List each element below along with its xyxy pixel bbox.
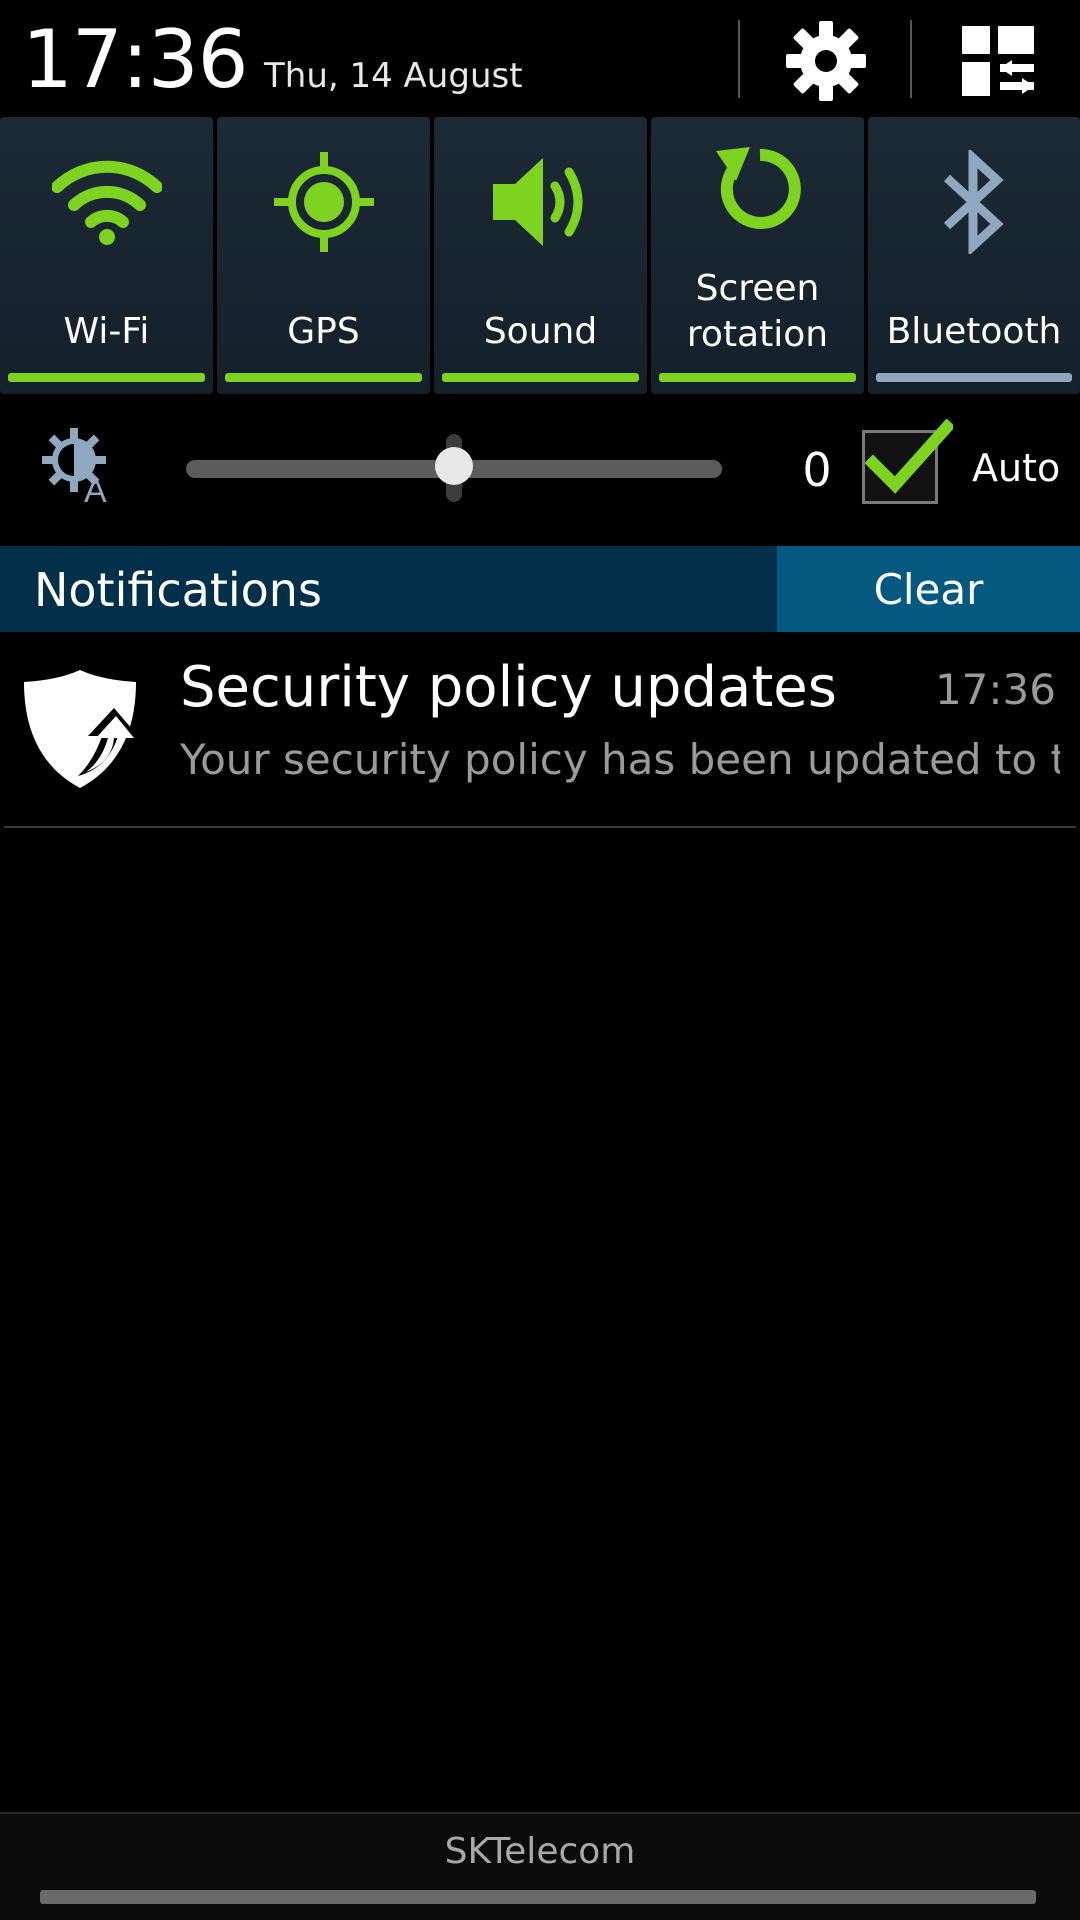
bluetooth-icon [943, 150, 1004, 254]
notification-time: 17:36 [934, 665, 1056, 714]
toggle-sound[interactable]: Sound [434, 117, 647, 394]
toggle-bluetooth[interactable]: Bluetooth [868, 117, 1080, 394]
auto-brightness-label: Auto [972, 446, 1061, 490]
status-header: 17:36 Thu, 14 August [0, 0, 1080, 117]
toggle-label: Sound [483, 311, 598, 352]
notification-item[interactable]: Security policy updates 17:36 Your secur… [0, 632, 1080, 826]
brightness-auto-icon: A [42, 428, 107, 506]
quick-panel-edit-icon [962, 26, 1034, 96]
toggle-screen-rotation[interactable]: Screen rotation [651, 117, 864, 394]
toggle-state-bar [876, 373, 1072, 382]
header-divider [738, 20, 740, 98]
shield-update-icon [24, 670, 138, 788]
notification-text: Your security policy has been updated to… [180, 735, 1060, 784]
toggle-label: Bluetooth [886, 311, 1062, 352]
toggle-state-bar [8, 373, 205, 382]
checkmark-icon [864, 419, 953, 494]
toggle-label: Wi-Fi [63, 311, 150, 352]
clear-button[interactable]: Clear [777, 546, 1080, 632]
panel-footer: SKTelecom [0, 1812, 1080, 1920]
svg-text:A: A [84, 472, 107, 506]
notification-title: Security policy updates [180, 655, 837, 720]
speaker-icon [492, 158, 582, 246]
quick-settings-toggles: Wi-Fi GPS Sound Screen rotation Bluetoot… [0, 117, 1080, 394]
clock: 17:36 [22, 13, 249, 106]
notifications-header: Notifications Clear [0, 546, 1080, 632]
date: Thu, 14 August [264, 56, 523, 96]
toggle-label: GPS [287, 311, 360, 352]
gear-icon [786, 21, 866, 101]
toggle-gps[interactable]: GPS [217, 117, 430, 394]
notifications-title: Notifications [34, 563, 322, 617]
auto-brightness-checkbox[interactable] [862, 419, 953, 504]
rotation-icon [715, 147, 801, 229]
toggle-label: Screen rotation [686, 268, 829, 355]
wifi-icon [51, 160, 162, 245]
toggle-state-bar [659, 373, 856, 382]
divider [4, 826, 1076, 828]
edit-panel-button[interactable] [948, 16, 1048, 106]
gps-icon [273, 152, 374, 252]
toggle-state-bar [225, 373, 422, 382]
settings-button[interactable] [776, 16, 876, 106]
toggle-state-bar [442, 373, 639, 382]
toggle-wifi[interactable]: Wi-Fi [0, 117, 213, 394]
panel-drag-handle[interactable] [40, 1890, 1036, 1904]
carrier-name: SKTelecom [444, 1831, 636, 1872]
brightness-value: 0 [802, 443, 832, 497]
brightness-row: A 0 Auto [0, 394, 1080, 544]
brightness-slider-thumb[interactable] [435, 447, 473, 485]
header-divider [910, 20, 912, 98]
